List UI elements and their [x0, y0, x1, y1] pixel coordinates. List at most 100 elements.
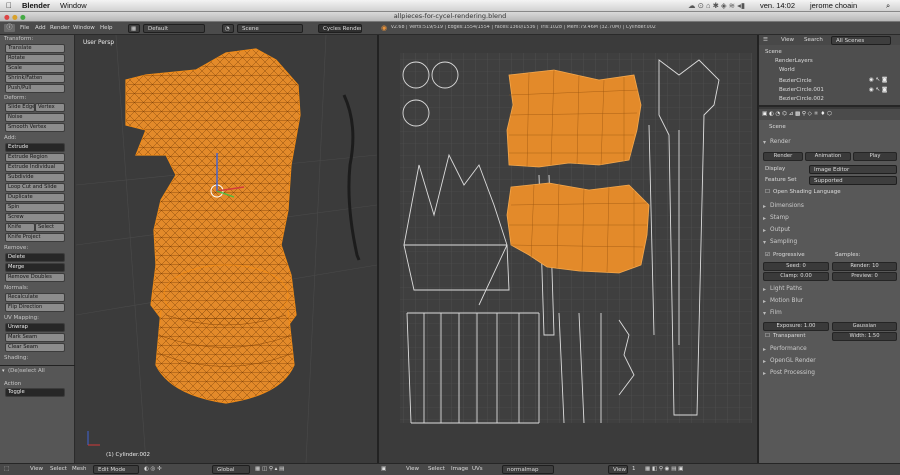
- loop-cut-button[interactable]: Loop Cut and Slide: [5, 183, 65, 192]
- slide-edge-button[interactable]: Slide Edge: [5, 103, 35, 112]
- transparent-checkbox[interactable]: ☐: [765, 333, 770, 339]
- osl-checkbox[interactable]: ☐: [765, 189, 770, 195]
- uv-tool-icons[interactable]: ▦ ◧ ⚲ ◉ ▤ ▣: [645, 466, 683, 472]
- uv-image-menu[interactable]: Image: [451, 466, 468, 472]
- renderlayers-row[interactable]: RenderLayers: [775, 58, 813, 64]
- menu-help[interactable]: Help: [100, 25, 113, 31]
- render-button[interactable]: Render: [763, 152, 803, 161]
- filter-type-select[interactable]: Gaussian: [832, 322, 897, 331]
- uv-select-menu[interactable]: Select: [428, 466, 445, 472]
- seed-field[interactable]: Seed: 0: [763, 262, 829, 271]
- mode-select[interactable]: Edit Mode: [93, 465, 139, 474]
- merge-menu[interactable]: Merge: [5, 263, 65, 272]
- progressive-checkbox[interactable]: ☑: [765, 252, 770, 258]
- outliner-type-icon[interactable]: ☰: [763, 37, 768, 43]
- rotate-button[interactable]: Rotate: [5, 54, 65, 63]
- property-tab-icons[interactable]: ▣ ◐ ◔ ⌬ ⊿ ▩ ⚲ ◇ ⚛ ♦ ⬡: [762, 111, 832, 117]
- extrude-menu[interactable]: Extrude: [5, 143, 65, 152]
- user-name[interactable]: jerome choain: [810, 1, 857, 10]
- extrude-individual-button[interactable]: Extrude Individual: [5, 163, 65, 172]
- performance-panel-header[interactable]: Performance: [762, 346, 897, 356]
- push-pull-button[interactable]: Push/Pull: [5, 84, 65, 93]
- scene-icon[interactable]: ◔: [222, 24, 234, 33]
- close-icon[interactable]: ●: [4, 13, 10, 21]
- knife-button[interactable]: Knife: [5, 223, 35, 232]
- viewport-mesh-menu[interactable]: Mesh: [72, 466, 86, 472]
- output-panel-header[interactable]: Output: [762, 227, 897, 237]
- screw-button[interactable]: Screw: [5, 213, 65, 222]
- recalculate-button[interactable]: Recalculate: [5, 293, 65, 302]
- smooth-vertex-button[interactable]: Smooth Vertex: [5, 123, 65, 132]
- feature-set-select[interactable]: Supported: [809, 176, 897, 185]
- action-select[interactable]: Toggle: [5, 388, 65, 397]
- layout-select[interactable]: Default: [143, 24, 205, 33]
- minimize-icon[interactable]: ●: [12, 13, 18, 21]
- scene-row[interactable]: Scene: [765, 49, 782, 55]
- noise-button[interactable]: Noise: [5, 113, 65, 122]
- menu-render[interactable]: Render: [50, 25, 70, 31]
- uv-image-editor[interactable]: [379, 35, 757, 463]
- mark-seam-button[interactable]: Mark Seam: [5, 333, 65, 342]
- 3d-viewport[interactable]: User Persp (1) Cylinder.002: [76, 35, 377, 463]
- viewport-view-menu[interactable]: View: [30, 466, 43, 472]
- display-select[interactable]: Image Editor: [809, 165, 897, 174]
- motion-blur-panel-header[interactable]: Motion Blur: [762, 298, 897, 308]
- layout-icon[interactable]: ▦: [128, 24, 140, 33]
- zoom-icon[interactable]: ●: [20, 13, 26, 21]
- orientation-select[interactable]: Global: [212, 465, 250, 474]
- apple-icon[interactable]: : [6, 1, 12, 10]
- editor-type-3d-icon[interactable]: ⬚: [4, 466, 9, 472]
- visibility-icon[interactable]: ◉ ↖ ◙: [869, 77, 887, 83]
- render-samples-field[interactable]: Render: 10: [832, 262, 897, 271]
- outliner-view-menu[interactable]: View: [781, 37, 794, 43]
- exposure-field[interactable]: Exposure: 1.00: [763, 322, 829, 331]
- spin-button[interactable]: Spin: [5, 203, 65, 212]
- window-menu[interactable]: Window: [60, 1, 87, 10]
- search-icon[interactable]: ⌕: [886, 1, 890, 11]
- editor-type-icon[interactable]: ⓘ: [4, 24, 15, 32]
- snap-icons[interactable]: ▦ ◫ ⚲ ▴ ▤: [255, 466, 284, 472]
- world-row[interactable]: World: [779, 67, 795, 73]
- outliner-search-menu[interactable]: Search: [804, 37, 823, 43]
- properties-tabs[interactable]: ▣ ◐ ◔ ⌬ ⊿ ▩ ⚲ ◇ ⚛ ♦ ⬡: [759, 109, 900, 120]
- opengl-render-panel-header[interactable]: OpenGL Render: [762, 358, 897, 368]
- menu-add[interactable]: Add: [35, 25, 46, 31]
- light-paths-panel-header[interactable]: Light Paths: [762, 286, 897, 296]
- uv-layout[interactable]: [379, 35, 757, 463]
- beziercircle-row[interactable]: BezierCircle: [779, 78, 812, 84]
- play-button[interactable]: Play: [853, 152, 897, 161]
- visibility-icon[interactable]: ◉ ↖ ◙: [869, 87, 887, 93]
- beziercircle-001-row[interactable]: BezierCircle.001: [779, 87, 824, 93]
- knife-project-button[interactable]: Knife Project: [5, 233, 65, 242]
- uv-uvs-menu[interactable]: UVs: [472, 466, 483, 472]
- slide-vertex-button[interactable]: Vertex: [35, 103, 65, 112]
- translate-button[interactable]: Translate: [5, 44, 65, 53]
- knife-select-button[interactable]: Select: [35, 223, 65, 232]
- extrude-region-button[interactable]: Extrude Region: [5, 153, 65, 162]
- outliner-filter-select[interactable]: All Scenes: [831, 36, 891, 45]
- expand-icon[interactable]: ▾: [2, 368, 5, 374]
- unwrap-menu[interactable]: Unwrap: [5, 323, 65, 332]
- scale-button[interactable]: Scale: [5, 64, 65, 73]
- sampling-panel-header[interactable]: Sampling: [762, 239, 897, 249]
- duplicate-button[interactable]: Duplicate: [5, 193, 65, 202]
- view-slot-select[interactable]: View: [608, 465, 628, 474]
- subdivide-button[interactable]: Subdivide: [5, 173, 65, 182]
- menu-window[interactable]: Window: [73, 25, 95, 31]
- dimensions-panel-header[interactable]: Dimensions: [762, 203, 897, 213]
- app-menu[interactable]: Blender: [22, 1, 50, 10]
- render-panel-header[interactable]: Render: [762, 139, 897, 149]
- beziercircle-002-row[interactable]: BezierCircle.002: [779, 96, 824, 102]
- delete-menu[interactable]: Delete: [5, 253, 65, 262]
- post-processing-panel-header[interactable]: Post Processing: [762, 370, 897, 380]
- viewport-select-menu[interactable]: Select: [50, 466, 67, 472]
- preview-samples-field[interactable]: Preview: 0: [832, 272, 897, 281]
- menu-file[interactable]: File: [20, 25, 29, 31]
- shrink-fatten-button[interactable]: Shrink/Fatten: [5, 74, 65, 83]
- knight-mesh[interactable]: [76, 35, 377, 463]
- scene-select[interactable]: Scene: [237, 24, 303, 33]
- image-select[interactable]: normalmap: [502, 465, 554, 474]
- render-engine-select[interactable]: Cycles Render: [318, 24, 362, 33]
- shading-icons[interactable]: ◐ ◎ ✢: [144, 466, 162, 472]
- editor-type-uv-icon[interactable]: ▣: [381, 466, 386, 472]
